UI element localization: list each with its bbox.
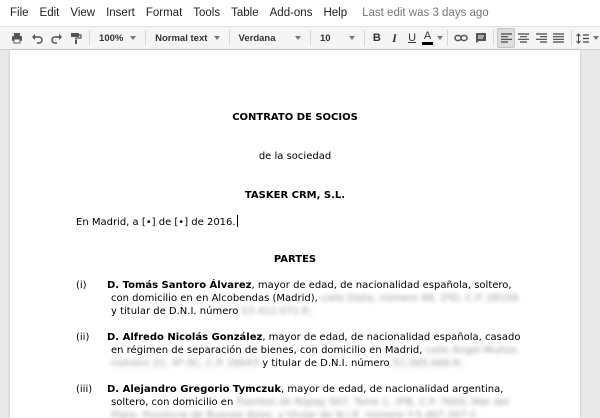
party-name: D. Alfredo Nicolás González [107,332,263,343]
align-left-button[interactable] [497,28,515,48]
chevron-down-icon [437,36,444,40]
party-number: (iii) [76,384,93,395]
redacted-text: calle Ángel Muñoz, [425,345,520,356]
redacted-text: número 22, 4º-3C, C.P. 28043 [111,358,260,369]
party-name: D. Alejandro Gregorio Tymczuk [107,384,282,395]
chevron-down-icon [349,36,356,40]
insert-link-button[interactable] [451,27,471,49]
align-justify-icon [553,33,565,43]
party-text: , mayor de edad, de nacionalidad español… [262,332,521,343]
redo-icon [51,34,62,44]
toolbar-separator [310,30,311,46]
document-title: CONTRATO DE SOCIOS [232,112,358,123]
font-size-value: 10 [319,32,331,44]
party-line: y titular de D.N.I. número 53.412.071-E; [111,306,312,317]
line-spacing-icon [575,32,589,44]
align-right-button[interactable] [532,27,550,49]
comment-icon [475,33,486,43]
menu-add-ons[interactable]: Add-ons [270,7,313,19]
align-center-button[interactable] [515,27,533,49]
undo-button[interactable] [27,27,47,49]
align-right-icon [535,33,547,43]
document-page[interactable]: CONTRATO DE SOCIOS de la sociedad TASKER… [10,50,580,418]
undo-icon [32,34,43,44]
document-subtitle: de la sociedad [258,151,332,162]
chevron-down-icon [213,36,220,40]
paint-format-icon [71,33,82,44]
toolbar-separator [364,30,366,46]
toolbar-separator [447,30,449,46]
zoom-value: 100% [99,32,124,44]
party-text: , mayor de edad, de nacionalidad español… [251,280,512,291]
toolbar-separator [228,30,230,46]
chevron-down-icon [130,36,137,40]
chevron-down-icon [592,36,599,40]
underline-button[interactable]: U [403,27,421,49]
align-center-icon [518,33,530,43]
menu-help[interactable]: Help [323,7,347,19]
party-text: en régimen de separación de bienes, con … [111,345,423,356]
party-text: soltero, con domicilio en [111,397,234,408]
toolbar-separator [145,30,147,46]
print-icon [11,33,22,44]
toolbar-separator [89,30,91,46]
menu-insert[interactable]: Insert [106,7,135,19]
menu-bar: File Edit View Insert Format Tools Table… [0,0,600,26]
party-text: , mayor de edad, de nacionalidad argenti… [281,384,504,395]
menu-table[interactable]: Table [231,7,259,19]
italic-button[interactable]: I [386,27,404,49]
insert-comment-button[interactable] [471,27,491,49]
menu-file[interactable]: File [10,7,29,19]
redacted-text: 51.065.666-K; [392,358,464,369]
menu-tools[interactable]: Tools [193,7,220,19]
align-left-icon [500,33,512,43]
party-number: (i) [76,280,87,291]
style-select[interactable]: Normal text [149,27,225,49]
redacted-text: calle Dalia, número 68, 2ºD, C.P. 28109 [321,293,519,304]
party-line: con domicilio en en Alcobendas (Madrid),… [111,293,518,304]
party-text: y titular de D.N.I. número [262,358,390,369]
line-spacing-button[interactable] [575,27,600,49]
link-icon [454,34,468,42]
paint-format-button[interactable] [67,27,87,49]
style-value: Normal text [155,32,208,44]
menu-view[interactable]: View [70,7,95,19]
menu-edit[interactable]: Edit [40,7,60,19]
font-size-select[interactable]: 10 [314,27,361,49]
party-line: D. Alejandro Gregorio Tymczuk, mayor de … [107,384,503,395]
section-heading: PARTES [273,254,317,265]
party-line: número 22, 4º-3C, C.P. 28043 y titular d… [111,358,464,369]
redacted-text: Fuentes de Ropay 567, Torre 1, 3ºB, C.P.… [236,397,510,408]
font-value: Verdana [238,32,276,44]
party-line: soltero, con domicilio en Fuentes de Rop… [111,397,509,408]
redacted-text: 53.412.071-E; [241,306,313,317]
text-cursor [236,215,238,227]
toolbar: 100% Normal text Verdana 10 B I U A [0,26,600,50]
party-line: en régimen de separación de bienes, con … [111,345,520,356]
menu-format[interactable]: Format [146,7,182,19]
print-button[interactable] [6,27,27,49]
toolbar-separator [570,30,572,46]
bold-button[interactable]: B [368,27,386,49]
chevron-down-icon [295,36,302,40]
last-edit-status[interactable]: Last edit was 3 days ago [362,7,489,19]
justify-button[interactable] [550,27,568,49]
party-number: (ii) [76,332,90,343]
redacted-text: Plata, Provincia de Buenos Aires, y titu… [111,410,478,418]
party-name: D. Tomás Santoro Álvarez [107,280,252,291]
toolbar-separator [493,30,495,46]
party-line: Plata, Provincia de Buenos Aires, y titu… [111,410,477,418]
place-date-line: En Madrid, a [•] de [•] de 2016. [76,215,238,228]
company-name: TASKER CRM, S.L. [244,190,346,201]
place-date-text: En Madrid, a [•] de [•] de 2016. [76,217,236,228]
party-text: y titular de D.N.I. número [111,306,239,317]
party-line: D. Alfredo Nicolás González, mayor de ed… [107,332,520,343]
text-color-button[interactable]: A [421,27,444,49]
zoom-select[interactable]: 100% [93,27,142,49]
party-text: con domicilio en en Alcobendas (Madrid), [111,293,318,304]
font-select[interactable]: Verdana [233,27,307,49]
party-line: D. Tomás Santoro Álvarez, mayor de edad,… [107,280,512,291]
redo-button[interactable] [47,27,67,49]
text-color-label: A [421,31,434,45]
